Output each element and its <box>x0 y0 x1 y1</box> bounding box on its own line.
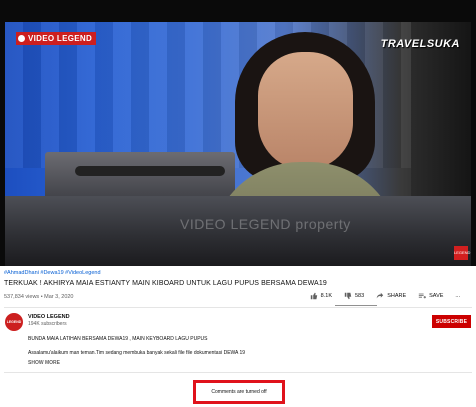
video-player[interactable]: VIDEO LEGEND TRAVELSUKA VIDEO LEGEND pro… <box>0 0 476 266</box>
description-line-1: BUNDA MAIA LATIHAN BERSAMA DEWA19 , MAIN… <box>28 336 208 342</box>
comments-status: Comments are turned off <box>193 380 285 404</box>
video-scene-mic <box>75 166 225 176</box>
more-actions-button[interactable]: ... <box>455 293 460 299</box>
video-overlay-text: VIDEO LEGEND property <box>180 216 351 232</box>
video-title: TERKUAK ! AKHIRYA MAIA ESTIANTY MAIN KIB… <box>4 280 327 287</box>
save-label: SAVE <box>429 293 444 299</box>
video-scene-desk <box>45 152 235 202</box>
like-count: 8.1K <box>320 293 332 299</box>
subscriber-count: 194K subscribers <box>28 321 67 327</box>
share-icon <box>376 292 384 299</box>
stats-row: 537,834 views • Mar 3, 2020 8.1K 583 SHA… <box>4 292 472 306</box>
hashtags[interactable]: #AhmadDhani #Dewa19 #VideoLegend <box>4 270 101 276</box>
more-icon: ... <box>455 293 460 299</box>
divider <box>4 307 472 308</box>
comments-status-text: Comments are turned off <box>211 389 267 395</box>
record-icon <box>18 35 25 42</box>
dislike-button[interactable]: 583 <box>344 292 364 300</box>
divider <box>4 372 472 373</box>
channel-watermark-logo: VIDEO LEGEND <box>16 32 97 45</box>
corner-badge[interactable]: LEGEND <box>454 246 470 260</box>
channel-avatar[interactable]: LEGEND <box>5 313 23 331</box>
share-label: SHARE <box>387 293 407 299</box>
thumbs-down-icon <box>344 292 352 300</box>
show-more-button[interactable]: SHOW MORE <box>28 360 60 366</box>
dislike-count: 583 <box>355 293 365 299</box>
action-bar: 8.1K 583 SHARE SAVE ... <box>310 292 460 300</box>
save-button[interactable]: SAVE <box>418 292 443 300</box>
channel-name[interactable]: VIDEO LEGEND <box>28 314 70 320</box>
subscribe-button[interactable]: SUBSCRIBE <box>432 315 471 328</box>
like-button[interactable]: 8.1K <box>310 292 332 300</box>
channel-watermark-text: VIDEO LEGEND <box>28 34 93 43</box>
view-count: 537,834 views • Mar 3, 2020 <box>4 294 74 300</box>
thumbs-up-icon <box>310 292 317 300</box>
description-line-2: Assalamu'alaikum man teman.Tim sedang me… <box>28 350 246 356</box>
sentiment-bar <box>335 305 377 306</box>
brand-overlay: TRAVELSUKA <box>380 38 460 50</box>
share-button[interactable]: SHARE <box>376 292 406 300</box>
playlist-add-icon <box>418 293 427 299</box>
person-face <box>258 52 353 170</box>
